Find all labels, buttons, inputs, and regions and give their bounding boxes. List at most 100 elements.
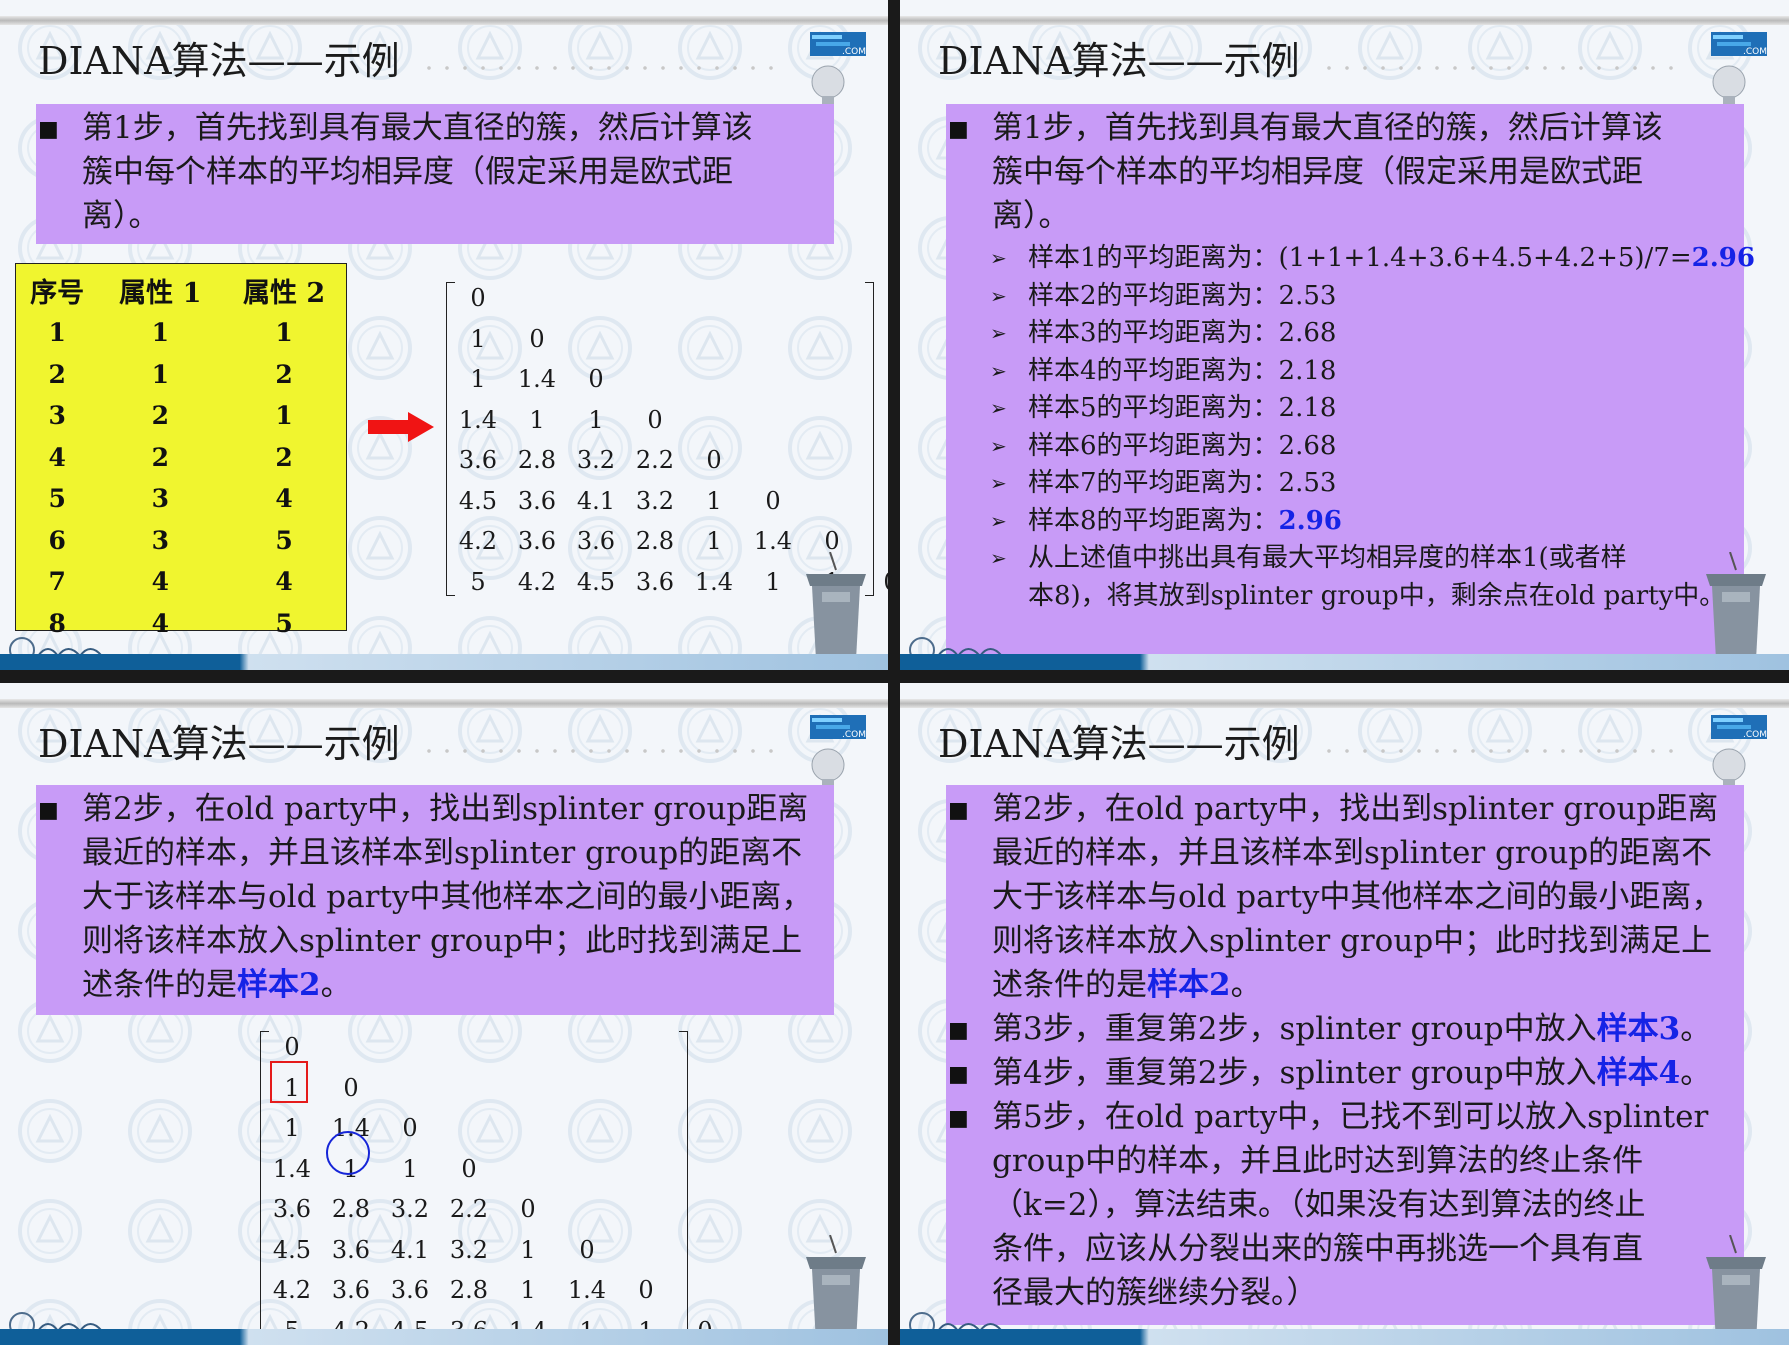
table-header: 属性 1: [119, 277, 202, 309]
matrix-cell: 0: [765, 486, 781, 515]
step1-line: 簇中每个样本的平均相异度（假定采用是欧式距: [82, 154, 733, 190]
avg-value: 2.96: [1278, 505, 1342, 536]
conclusion-line: 本8)，将其放到splinter group中，剩余点在old party中。: [1028, 580, 1726, 611]
list-item: 本8)，将其放到splinter group中，剩余点在old party中。: [990, 578, 1755, 616]
step1-text: 第1步，首先找到具有最大直径的簇，然后计算该 簇中每个样本的平均相异度（假定采用…: [82, 106, 842, 238]
matrix-cell: 3.6: [576, 527, 616, 555]
step2-line: 第2步，在old party中，找出到splinter group距离: [82, 791, 809, 827]
matrix-cell: 3.6: [331, 1235, 371, 1264]
step2-line: 大于该样本与old party中其他样本之间的最小距离，: [82, 879, 813, 915]
matrix-cell: 1: [520, 1276, 536, 1304]
slide-1: DIANA算法——示例 .COM ■ 第1步，首先找到具有最大直径的簇，然后计算…: [0, 0, 888, 670]
matrix-cell: 3.2: [576, 446, 616, 474]
avg-label: 样本2的平均距离为：: [1028, 280, 1279, 311]
table-row: 2 1 2: [16, 354, 346, 396]
matrix-cell: 2.2: [635, 446, 675, 474]
matrix-cell: 0: [647, 405, 663, 434]
step1-line: 离）。: [992, 198, 1070, 234]
list-item: ➢ 样本6的平均距离为：2.68: [990, 428, 1755, 466]
text-span: 。: [320, 967, 352, 1003]
matrix-cell: 0: [461, 1154, 477, 1183]
table-cell: 1: [275, 401, 293, 431]
text-span: 述条件的是: [992, 967, 1147, 1003]
list-item: ➢ 从上述值中挑出具有最大平均相异度的样本1(或者样: [990, 540, 1755, 578]
bottom-bar: [900, 1329, 1789, 1345]
table-cell: 1: [151, 318, 169, 348]
list-item: ➢ 样本5的平均距离为：2.18: [990, 390, 1755, 428]
slide-2: DIANA算法——示例 .COM ■ 第1步，首先找到具有最大直径的簇，然后计算…: [900, 0, 1789, 670]
table-row: 1 1 1: [16, 312, 346, 354]
bottom-bar: [0, 654, 888, 670]
step5-line: （k=2），算法结束。（如果没有达到算法的终止: [992, 1187, 1646, 1223]
matrix-cell: 1: [588, 405, 604, 434]
matrix-cell: 1: [706, 486, 722, 515]
table-cell: 5: [275, 608, 293, 638]
table-cell: 4: [275, 484, 293, 514]
avg-label: 样本8的平均距离为：: [1028, 505, 1279, 536]
matrix-cell: 5: [470, 567, 486, 596]
table-header: 属性 2: [242, 277, 326, 309]
step1-line: 第1步，首先找到具有最大直径的簇，然后计算该: [82, 110, 753, 146]
table-cell: 2: [275, 442, 293, 472]
table-cell: 1: [48, 318, 66, 348]
podium-icon: [1706, 552, 1766, 660]
matrix-cell: 3.6: [331, 1276, 371, 1304]
step4-line: 第4步，重复第2步，splinter group中放入样本4。: [992, 1051, 1772, 1095]
conclusion-line: 从上述值中挑出具有最大平均相异度的样本1(或者样: [1028, 543, 1627, 573]
top-bar: [0, 16, 888, 25]
matrix-cell: 3.6: [635, 567, 675, 596]
arrow-bullet-icon: ➢: [990, 471, 1007, 495]
matrix-cell: 1: [529, 405, 545, 434]
matrix-cell: 0: [529, 324, 545, 353]
matrix-cell: 1: [402, 1154, 418, 1183]
slide-3: DIANA算法——示例 .COM ■ 第2步，在old party中，找出到sp…: [0, 683, 888, 1345]
title-dots: [420, 745, 780, 757]
step2-line: 则将该样本放入splinter group中；此时找到满足上: [82, 923, 803, 959]
matrix-cell: 1.4: [517, 365, 557, 393]
matrix-cell: 0: [706, 446, 722, 474]
matrix-cell: 1.4: [753, 527, 793, 555]
matrix-cell: 3.6: [517, 527, 557, 555]
avg-value: 2.53: [1278, 468, 1337, 498]
avg-label: 样本5的平均距离为：: [1028, 393, 1279, 423]
matrix-cell: 3.6: [390, 1276, 430, 1304]
slide-4: DIANA算法——示例 .COM 第2步，在old party中，找出到spli…: [900, 683, 1789, 1345]
list-item: ➢ 样本8的平均距离为：2.96: [990, 503, 1755, 541]
svg-text:.COM: .COM: [842, 730, 866, 740]
step2-line-last: 述条件的是样本2。: [82, 963, 852, 1007]
title-dots: [1320, 62, 1680, 74]
matrix-cell: 4.2: [517, 567, 557, 596]
avg-label: 样本1的平均距离为：(1+1+1.4+3.6+4.5+4.2+5)/7=: [1028, 243, 1692, 273]
table-cell: 4: [275, 567, 293, 597]
matrix-cell: 3.2: [449, 1235, 489, 1264]
svg-text:.COM: .COM: [842, 47, 866, 57]
matrix-cell: 4.2: [272, 1276, 312, 1304]
matrix-cell: 1: [470, 365, 486, 393]
table-row: 5 3 4: [16, 478, 346, 520]
arrow-bullet-icon: ➢: [990, 546, 1007, 570]
arrow-bullet-icon: ➢: [990, 396, 1007, 420]
table-cell: 4: [48, 442, 66, 472]
step1-line: 簇中每个样本的平均相异度（假定采用是欧式距: [992, 154, 1643, 190]
step5-line: group中的样本，并且此时达到算法的终止条件: [992, 1143, 1644, 1179]
table-cell: 2: [151, 401, 169, 431]
matrix-cell: 2.2: [449, 1195, 489, 1223]
top-bar: [0, 699, 888, 708]
matrix-cell: 1: [470, 324, 486, 353]
bullet-square-icon: ■: [38, 798, 59, 823]
matrix-cell: 4.2: [458, 527, 498, 555]
step1-line: 离）。: [82, 198, 160, 234]
matrix-cell: 0: [520, 1195, 536, 1223]
matrix-cell: 1: [765, 567, 781, 596]
table-row: 7 4 4: [16, 561, 346, 603]
matrix-cell: 2.8: [635, 527, 675, 555]
matrix-cell: 2.8: [331, 1195, 371, 1223]
matrix-cell: 0: [824, 527, 840, 555]
table-header: 序号: [30, 277, 85, 309]
slide-title: DIANA算法——示例: [938, 39, 1300, 83]
step2-line: 大于该样本与old party中其他样本之间的最小距离，: [992, 879, 1723, 915]
list-item: ➢ 样本4的平均距离为：2.18: [990, 353, 1755, 391]
table-cell: 3: [48, 401, 66, 431]
matrix-cell: 0: [284, 1033, 300, 1061]
table-row: 6 3 5: [16, 520, 346, 562]
